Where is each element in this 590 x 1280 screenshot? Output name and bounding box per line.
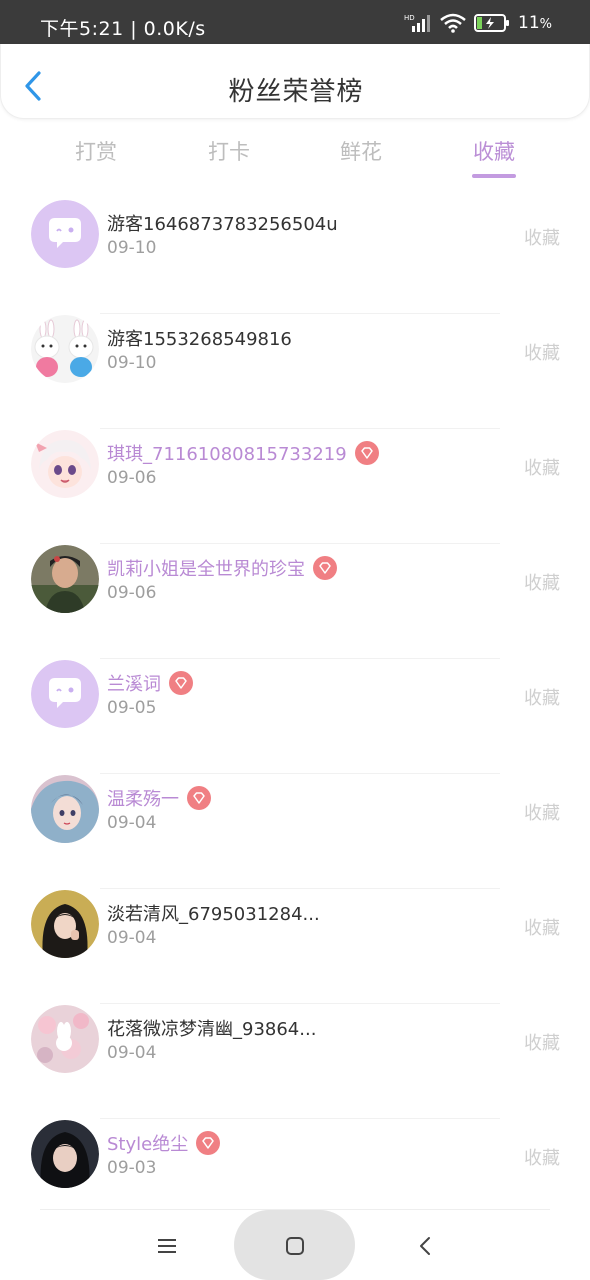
- signal-icon: HD: [404, 14, 430, 32]
- list-item[interactable]: 琪琪_71161080815733219 09-06 收藏: [0, 428, 590, 543]
- fan-list: 游客1646873783256504u 09-10 收藏 游客155326854…: [0, 198, 590, 1233]
- active-tab-indicator: [472, 174, 516, 178]
- back-icon[interactable]: [410, 1232, 440, 1260]
- user-name: 凯莉小姐是全世界的珍宝: [107, 555, 337, 581]
- vip-diamond-icon: [313, 556, 337, 580]
- list-item[interactable]: 花落微凉梦清幽_93864... 09-04 收藏: [0, 1003, 590, 1118]
- divider: [100, 313, 500, 314]
- item-date: 09-05: [107, 698, 157, 718]
- favorite-label: 收藏: [524, 1148, 560, 1169]
- user-name: 淡若清风_6795031284...: [107, 904, 320, 925]
- user-name: 兰溪词: [107, 670, 193, 696]
- svg-text:HD: HD: [404, 14, 415, 22]
- photo-avatar: [31, 890, 99, 958]
- item-date: 09-03: [107, 1158, 157, 1178]
- list-item[interactable]: 游客1553268549816 09-10 收藏: [0, 313, 590, 428]
- photo-avatar: [31, 1120, 99, 1188]
- divider: [100, 658, 500, 659]
- default-chat-avatar: [31, 200, 99, 268]
- floral-avatar: [31, 1005, 99, 1073]
- favorite-label: 收藏: [524, 458, 560, 479]
- item-date: 09-10: [107, 353, 157, 373]
- status-time: 下午5:21 | 0.0K/s: [40, 18, 206, 40]
- home-icon[interactable]: [280, 1232, 310, 1260]
- page-title: 粉丝荣誉榜: [228, 77, 364, 107]
- anime-girl-avatar: [31, 430, 99, 498]
- tab-label: 打卡: [208, 140, 250, 164]
- favorite-label: 收藏: [524, 228, 560, 249]
- tab-label: 鲜花: [340, 140, 382, 164]
- user-name: Style绝尘: [107, 1130, 221, 1156]
- user-name: 温柔殇一: [107, 785, 211, 811]
- favorite-label: 收藏: [524, 688, 560, 709]
- list-item[interactable]: 凯莉小姐是全世界的珍宝 09-06 收藏: [0, 543, 590, 658]
- divider: [100, 1003, 500, 1004]
- vip-diamond-icon: [354, 441, 379, 465]
- item-date: 09-04: [107, 813, 157, 833]
- default-chat-avatar: [31, 660, 99, 728]
- battery-level: 11%: [518, 13, 552, 33]
- divider: [100, 428, 500, 429]
- tab-bar: 打赏 打卡 鲜花 收藏: [0, 128, 590, 182]
- favorite-label: 收藏: [524, 803, 560, 824]
- vip-diamond-icon: [196, 1131, 221, 1155]
- tab-label: 收藏: [473, 140, 515, 164]
- user-name: 游客1553268549816: [107, 329, 292, 350]
- battery-icon: [474, 14, 509, 32]
- list-item[interactable]: 温柔殇一 09-04 收藏: [0, 773, 590, 888]
- divider: [100, 888, 500, 889]
- tab-label: 打赏: [75, 140, 117, 164]
- menu-icon[interactable]: [152, 1232, 182, 1260]
- item-date: 09-06: [107, 468, 157, 488]
- system-nav-bar: [0, 1210, 590, 1280]
- divider: [100, 773, 500, 774]
- anime-portrait-avatar: [31, 775, 99, 843]
- status-icons: HD 11%: [404, 11, 552, 35]
- item-date: 09-04: [107, 928, 157, 948]
- list-item[interactable]: 淡若清风_6795031284... 09-04 收藏: [0, 888, 590, 1003]
- item-date: 09-06: [107, 583, 157, 603]
- bunny-avatar: [31, 315, 99, 383]
- favorite-label: 收藏: [524, 343, 560, 364]
- header-bar: 粉丝荣誉榜: [0, 44, 590, 119]
- tab-checkin[interactable]: 打卡: [169, 136, 289, 166]
- item-date: 09-10: [107, 238, 157, 258]
- vip-diamond-icon: [169, 671, 193, 695]
- favorite-label: 收藏: [524, 918, 560, 939]
- wifi-icon: [440, 13, 466, 33]
- divider: [100, 1118, 500, 1119]
- user-name: 游客1646873783256504u: [107, 214, 338, 235]
- item-date: 09-04: [107, 1043, 157, 1063]
- user-name: 花落微凉梦清幽_93864...: [107, 1019, 317, 1040]
- tab-reward[interactable]: 打赏: [36, 136, 156, 166]
- vip-diamond-icon: [187, 786, 211, 810]
- divider: [100, 543, 500, 544]
- favorite-label: 收藏: [524, 573, 560, 594]
- list-item[interactable]: 游客1646873783256504u 09-10 收藏: [0, 198, 590, 313]
- favorite-label: 收藏: [524, 1033, 560, 1054]
- photo-avatar: [31, 545, 99, 613]
- status-bar: 下午5:21 | 0.0K/s HD 11%: [0, 0, 590, 44]
- list-item[interactable]: 兰溪词 09-05 收藏: [0, 658, 590, 773]
- tab-flowers[interactable]: 鲜花: [301, 136, 421, 166]
- tab-favorites[interactable]: 收藏: [434, 136, 554, 178]
- user-name: 琪琪_71161080815733219: [107, 440, 379, 466]
